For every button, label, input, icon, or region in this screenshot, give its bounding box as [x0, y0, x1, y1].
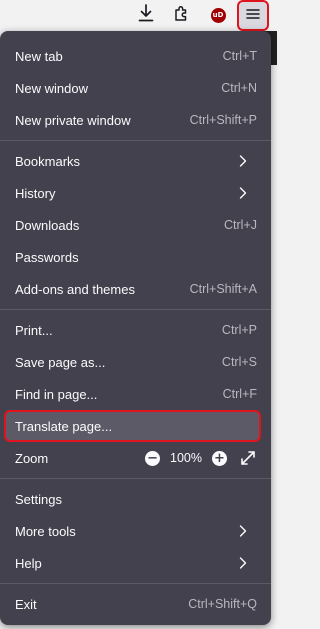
menu-item-shortcut: Ctrl+P — [221, 323, 257, 337]
menu-item-translate-page[interactable]: Translate page... — [4, 410, 261, 442]
menu-item-shortcut: Ctrl+N — [221, 81, 257, 95]
fullscreen-icon[interactable] — [239, 449, 257, 467]
extensions-button[interactable] — [167, 1, 197, 29]
menu-item-label: Save page as... — [15, 354, 106, 370]
menu-item-help[interactable]: Help — [0, 547, 271, 579]
menu-item-label: Zoom — [15, 450, 49, 466]
chevron-right-icon — [235, 154, 247, 168]
menu-item-add-ons-and-themes[interactable]: Add-ons and themes Ctrl+Shift+A — [0, 273, 271, 305]
ublock-origin-icon: uD — [210, 7, 226, 23]
menu-item-bookmarks[interactable]: Bookmarks — [0, 145, 271, 177]
menu-item-exit[interactable]: Exit Ctrl+Shift+Q — [0, 588, 271, 620]
menu-item-shortcut: Ctrl+Shift+Q — [188, 597, 257, 611]
menu-separator — [0, 478, 271, 479]
zoom-in-button[interactable]: + — [212, 450, 227, 466]
menu-item-label: New tab — [15, 48, 63, 64]
menu-separator — [0, 309, 271, 310]
download-icon — [138, 3, 154, 27]
toolbar: uD — [0, 0, 277, 31]
zoom-reset-button[interactable]: 100% — [170, 451, 202, 465]
menu-item-passwords[interactable]: Passwords — [0, 241, 271, 273]
menu-item-new-tab[interactable]: New tab Ctrl+T — [0, 40, 271, 72]
menu-item-save-page-as[interactable]: Save page as... Ctrl+S — [0, 346, 271, 378]
zoom-out-button[interactable]: − — [145, 450, 161, 466]
extensions-icon — [173, 4, 191, 27]
menu-item-label: Exit — [15, 596, 37, 612]
menu-item-settings[interactable]: Settings — [0, 483, 271, 515]
menu-separator — [0, 140, 271, 141]
menu-item-label: Translate page... — [15, 418, 113, 434]
menu-item-label: New window — [15, 80, 88, 96]
menu-item-label: Find in page... — [15, 386, 98, 402]
browser-screenshot: uD New tab Ctrl+T New window Ctrl+N New priv… — [0, 0, 277, 629]
menu-item-label: Bookmarks — [15, 153, 81, 169]
menu-item-print[interactable]: Print... Ctrl+P — [0, 314, 271, 346]
menu-item-label: More tools — [15, 523, 76, 539]
menu-item-shortcut: Ctrl+T — [222, 49, 257, 63]
menu-item-shortcut: Ctrl+S — [221, 355, 257, 369]
downloads-button[interactable] — [131, 1, 161, 29]
menu-item-more-tools[interactable]: More tools — [0, 515, 271, 547]
menu-item-label: Downloads — [15, 217, 80, 233]
menu-item-new-window[interactable]: New window Ctrl+N — [0, 72, 271, 104]
hamburger-icon — [246, 7, 260, 25]
app-menu-panel: New tab Ctrl+T New window Ctrl+N New private… — [0, 31, 271, 625]
menu-item-label: Print... — [15, 322, 53, 338]
open-application-menu-button[interactable] — [237, 0, 269, 31]
menu-separator — [0, 583, 271, 584]
menu-item-label: Passwords — [15, 249, 79, 265]
menu-item-label: New private window — [15, 112, 131, 128]
chevron-right-icon — [235, 186, 247, 200]
chevron-right-icon — [235, 556, 247, 570]
menu-item-shortcut: Ctrl+F — [222, 387, 257, 401]
menu-item-history[interactable]: History — [0, 177, 271, 209]
menu-item-label: Help — [15, 555, 42, 571]
menu-item-zoom: Zoom −100% + — [0, 442, 271, 474]
menu-item-shortcut: Ctrl+J — [224, 218, 257, 232]
menu-item-shortcut: Ctrl+Shift+P — [189, 113, 257, 127]
zoom-controls: −100% + — [145, 449, 257, 467]
menu-item-find-in-page[interactable]: Find in page... Ctrl+F — [0, 378, 271, 410]
ublock-origin-button[interactable]: uD — [203, 1, 233, 29]
menu-item-label: Add-ons and themes — [15, 281, 135, 297]
menu-item-label: Settings — [15, 491, 62, 507]
menu-item-label: History — [15, 185, 56, 201]
menu-item-shortcut: Ctrl+Shift+A — [189, 282, 257, 296]
menu-item-new-private-window[interactable]: New private window Ctrl+Shift+P — [0, 104, 271, 136]
menu-item-downloads[interactable]: Downloads Ctrl+J — [0, 209, 271, 241]
chevron-right-icon — [235, 524, 247, 538]
